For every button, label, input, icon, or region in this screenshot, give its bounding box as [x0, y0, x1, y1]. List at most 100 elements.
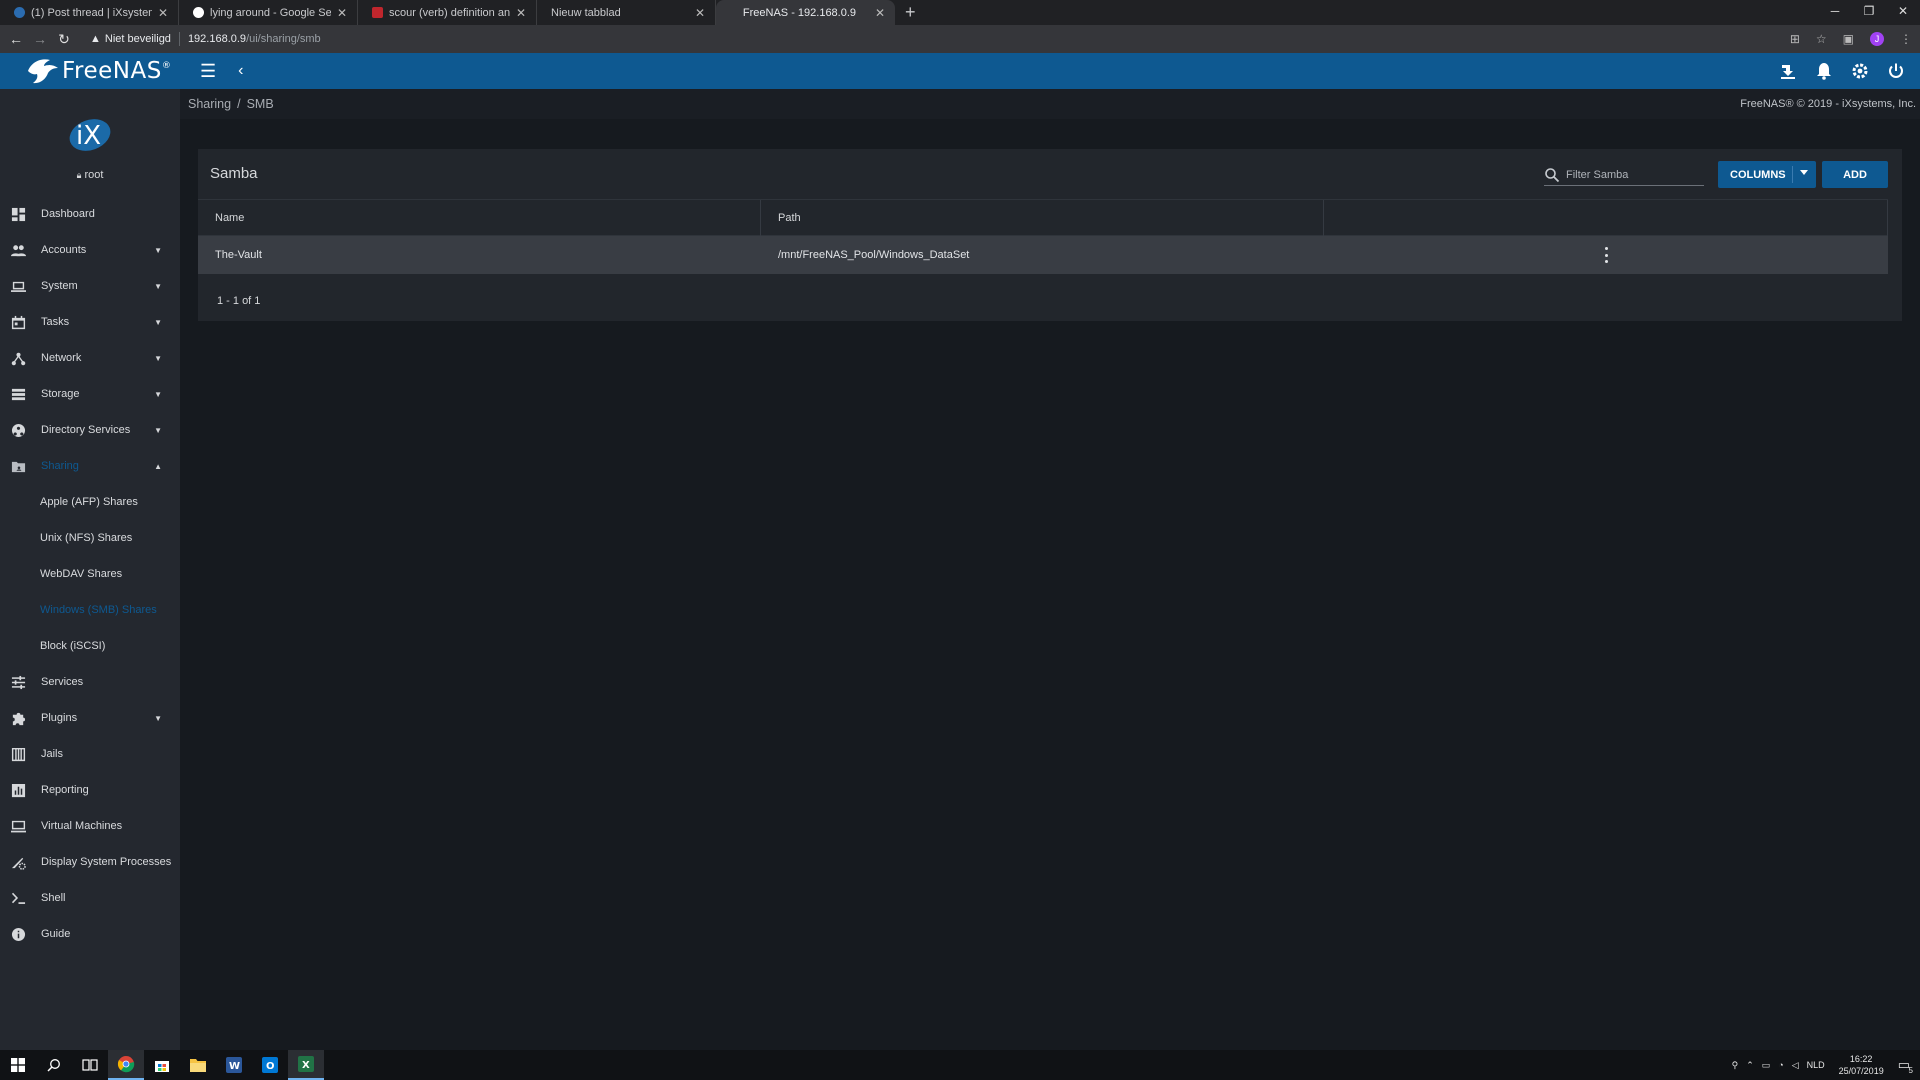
close-tab-icon[interactable]: ✕ — [695, 6, 705, 20]
breadcrumb-sharing[interactable]: Sharing — [188, 97, 231, 111]
reload-icon[interactable]: ↻ — [52, 31, 76, 48]
close-tab-icon[interactable]: ✕ — [875, 6, 885, 20]
volume-icon[interactable]: ◁ — [1792, 1060, 1799, 1071]
sidebar-item-directory-services[interactable]: Directory Services ▼ — [0, 412, 180, 448]
back-icon[interactable]: ← — [4, 31, 28, 47]
power-icon[interactable] — [1886, 61, 1906, 81]
filter-samba-input[interactable] — [1566, 168, 1696, 181]
word-app-icon[interactable]: W — [216, 1050, 252, 1080]
people-tray-icon[interactable]: ⚲ — [1732, 1060, 1739, 1071]
sidebar-item-accounts[interactable]: Accounts ▼ — [0, 232, 180, 268]
tune-icon — [9, 674, 27, 690]
chrome-app-icon[interactable] — [108, 1050, 144, 1080]
browser-tab[interactable]: lying around - Google Search ✕ — [179, 0, 358, 25]
action-center-icon[interactable]: ▭ 5 — [1898, 1057, 1913, 1075]
main-content: Samba COLUMNS ADD Name Path The-Vault /m… — [180, 119, 1920, 1050]
people-icon — [9, 242, 27, 258]
cell-name: The-Vault — [215, 249, 262, 261]
sidebar-item-plugins[interactable]: Plugins ▼ — [0, 700, 180, 736]
browser-tab[interactable]: Nieuw tabblad ✕ — [537, 0, 716, 25]
sidebar-item-reporting[interactable]: Reporting — [0, 772, 180, 808]
sidebar-item-label: Services — [41, 676, 84, 688]
task-view-icon[interactable] — [72, 1050, 108, 1080]
sidebar-item-display-system-processes[interactable]: Display System Processes — [0, 844, 180, 880]
new-tab-icon[interactable]: + — [895, 0, 926, 25]
store-app-icon[interactable] — [144, 1050, 180, 1080]
menu-toggle-icon[interactable]: ☰ — [200, 61, 216, 82]
calendar-icon — [9, 314, 27, 330]
forward-icon[interactable]: → — [28, 31, 52, 47]
tasks-status-icon[interactable] — [1778, 61, 1798, 81]
sidebar-item-network[interactable]: Network ▼ — [0, 340, 180, 376]
profile-avatar-icon[interactable]: J — [1870, 32, 1884, 46]
sidebar-item-guide[interactable]: Guide — [0, 916, 180, 952]
sidebar-subitem-nfs[interactable]: Unix (NFS) Shares — [0, 520, 180, 556]
table-header: Name Path — [198, 199, 1888, 236]
chart-icon — [9, 782, 27, 798]
freenas-logo[interactable]: FreeNAS ® — [0, 57, 180, 85]
sidebar-item-virtual-machines[interactable]: Virtual Machines — [0, 808, 180, 844]
show-hidden-icons-chevron-icon[interactable]: ⌃ — [1746, 1060, 1754, 1071]
clock[interactable]: 16:22 25/07/2019 — [1839, 1053, 1884, 1077]
sidebar-item-jails[interactable]: Jails — [0, 736, 180, 772]
add-button[interactable]: ADD — [1822, 161, 1888, 188]
excel-app-icon[interactable]: X — [288, 1050, 324, 1080]
column-header-name[interactable]: Name — [198, 200, 761, 236]
browser-tab[interactable]: (1) Post thread | iXsystems Comm ✕ — [0, 0, 179, 25]
chevron-down-icon: ▼ — [154, 353, 162, 363]
breadcrumb-separator: / — [237, 97, 241, 111]
file-explorer-app-icon[interactable] — [180, 1050, 216, 1080]
sidebar-item-system[interactable]: System ▼ — [0, 268, 180, 304]
search-icon[interactable] — [36, 1050, 72, 1080]
sidebar-item-storage[interactable]: Storage ▼ — [0, 376, 180, 412]
columns-button[interactable]: COLUMNS — [1718, 161, 1816, 188]
chevron-down-icon: ▼ — [154, 317, 162, 327]
notifications-bell-icon[interactable] — [1814, 61, 1834, 81]
restore-icon[interactable]: ❐ — [1852, 0, 1886, 25]
sidebar-item-services[interactable]: Services — [0, 664, 180, 700]
windows-start-icon[interactable] — [0, 1050, 36, 1080]
sidebar-item-sharing[interactable]: Sharing ▲ — [0, 448, 180, 484]
svg-text:O: O — [266, 1061, 275, 1072]
windows-taskbar: W O X ⚲ ⌃ ▭ ◔ ◁ NLD 16:22 25/07/2019 ▭ 5 — [0, 1050, 1920, 1080]
chevron-down-icon: ▼ — [154, 389, 162, 399]
battery-icon[interactable]: ▭ — [1762, 1060, 1771, 1071]
row-actions-menu-icon[interactable] — [1602, 247, 1610, 263]
column-header-path[interactable]: Path — [761, 200, 1324, 236]
warning-icon: ▲ — [90, 33, 101, 45]
username: root — [84, 169, 104, 181]
close-tab-icon[interactable]: ✕ — [158, 6, 168, 20]
browser-tab-active[interactable]: FreeNAS - 192.168.0.9 ✕ — [716, 0, 895, 25]
breadcrumb-smb: SMB — [246, 97, 274, 111]
chevron-down-icon: ▼ — [154, 281, 162, 291]
close-tab-icon[interactable]: ✕ — [516, 6, 526, 20]
sidebar-item-shell[interactable]: Shell — [0, 880, 180, 916]
samba-card: Samba COLUMNS ADD Name Path The-Vault /m… — [198, 149, 1902, 321]
close-window-icon[interactable]: ✕ — [1886, 0, 1920, 25]
directory-icon — [9, 422, 27, 438]
sidebar-item-tasks[interactable]: Tasks ▼ — [0, 304, 180, 340]
translate-icon[interactable]: ⊞ — [1790, 32, 1800, 46]
cell-path: /mnt/FreeNAS_Pool/Windows_DataSet — [778, 249, 970, 261]
url-field[interactable]: ▲ Niet beveiligd 192.168.0.9/ui/sharing/… — [90, 32, 321, 46]
sidebar-subitem-afp[interactable]: Apple (AFP) Shares — [0, 484, 180, 520]
browser-menu-icon[interactable]: ⋮ — [1900, 32, 1912, 46]
table-row[interactable]: The-Vault /mnt/FreeNAS_Pool/Windows_Data… — [198, 236, 1888, 274]
minimize-icon[interactable]: ─ — [1818, 0, 1852, 25]
language-indicator[interactable]: NLD — [1807, 1060, 1825, 1070]
sidebar-subitem-webdav[interactable]: WebDAV Shares — [0, 556, 180, 592]
close-tab-icon[interactable]: ✕ — [337, 6, 347, 20]
sidebar-subitem-smb[interactable]: Windows (SMB) Shares — [0, 592, 180, 628]
settings-gear-icon[interactable] — [1850, 61, 1870, 81]
ixsystems-logo-icon: iX — [69, 119, 111, 151]
bookmark-star-icon[interactable]: ☆ — [1816, 32, 1827, 46]
sidebar-subitem-iscsi[interactable]: Block (iSCSI) — [0, 628, 180, 664]
wifi-icon[interactable]: ◔ — [1778, 1060, 1783, 1070]
header-actions — [1778, 53, 1906, 89]
outlook-app-icon[interactable]: O — [252, 1050, 288, 1080]
collapse-sidebar-icon[interactable]: ‹ — [238, 62, 243, 80]
filter-field — [1544, 164, 1704, 186]
browser-tab[interactable]: scour (verb) definition and synon ✕ — [358, 0, 537, 25]
extension-icon[interactable]: ▣ — [1843, 32, 1854, 46]
sidebar-item-dashboard[interactable]: Dashboard — [0, 196, 180, 232]
